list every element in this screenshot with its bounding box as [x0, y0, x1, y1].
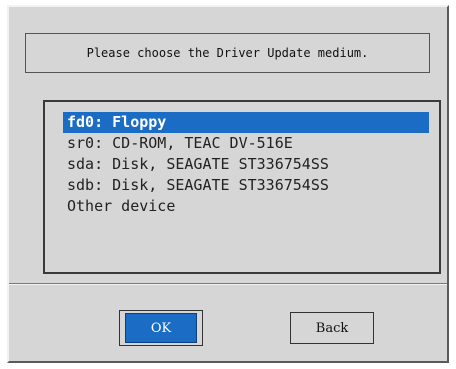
ok-button[interactable]: OK	[125, 313, 197, 343]
button-separator	[9, 283, 447, 285]
device-list[interactable]: fd0: Floppy sr0: CD-ROM, TEAC DV-516E sd…	[43, 100, 441, 274]
device-item-sr0[interactable]: sr0: CD-ROM, TEAC DV-516E	[63, 133, 429, 154]
device-item-sda[interactable]: sda: Disk, SEAGATE ST336754SS	[63, 154, 429, 175]
device-item-other[interactable]: Other device	[63, 196, 429, 217]
device-item-sdb[interactable]: sdb: Disk, SEAGATE ST336754SS	[63, 175, 429, 196]
prompt-box: Please choose the Driver Update medium.	[25, 33, 430, 73]
device-list-items: fd0: Floppy sr0: CD-ROM, TEAC DV-516E sd…	[63, 112, 429, 217]
device-item-fd0[interactable]: fd0: Floppy	[63, 112, 429, 133]
ok-button-focus-frame: OK	[119, 310, 203, 346]
back-button[interactable]: Back	[290, 312, 374, 344]
driver-update-dialog: Please choose the Driver Update medium. …	[7, 5, 449, 363]
prompt-text: Please choose the Driver Update medium.	[86, 46, 369, 60]
